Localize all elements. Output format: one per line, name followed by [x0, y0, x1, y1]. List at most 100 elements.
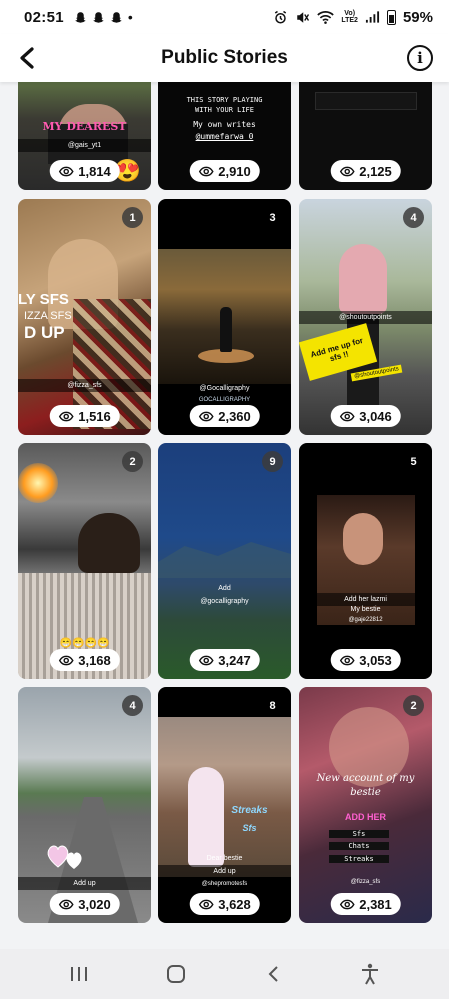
story-caption: GOCALLIGRAPHY [198, 397, 251, 403]
view-count-pill: 2,910 [189, 160, 260, 182]
status-bar: 02:51 • Vo) LTE2 59% [0, 0, 449, 34]
story-count-badge: 3 [269, 211, 276, 224]
story-count-badge: 5 [410, 455, 417, 468]
story-caption: New account of my [316, 773, 415, 784]
story-count-badge: 2 [403, 695, 424, 716]
story-tile[interactable]: MY DEAREST @gais_yt1 😍 1,814 [18, 82, 151, 190]
story-caption: @ummefarwa_0 [195, 132, 254, 141]
view-count: 2,910 [218, 163, 251, 179]
hearts-sticker-icon [46, 837, 86, 871]
story-caption: ADD HER [344, 812, 386, 822]
view-count: 2,360 [218, 408, 251, 424]
view-count: 1,814 [78, 163, 111, 179]
story-caption: Add up [18, 877, 151, 890]
alarm-icon [275, 10, 287, 23]
story-caption: @Gocalligraphy [199, 385, 250, 392]
story-tile[interactable]: 2,125 [299, 82, 432, 190]
eye-icon [198, 655, 214, 665]
story-tile[interactable]: Add up 4 3,020 [18, 687, 151, 923]
recent-apps-icon [70, 967, 87, 981]
story-caption: THIS STORY PLAYING [186, 96, 263, 104]
eye-icon [339, 899, 355, 909]
eye-icon [58, 166, 74, 176]
story-caption: @gaje22812 [348, 617, 383, 623]
story-caption: Chats [329, 842, 389, 850]
story-caption: Add up [158, 865, 291, 878]
eye-icon [198, 411, 214, 421]
view-count: 3,046 [359, 408, 392, 424]
system-back-button[interactable] [253, 954, 293, 994]
signal-icon [365, 11, 380, 23]
stories-grid: MY DEAREST @gais_yt1 😍 1,814 THIS STORY … [0, 82, 449, 949]
story-tile[interactable]: New account of my bestie ADD HER Sfs Cha… [299, 687, 432, 923]
notification-icons: • [74, 9, 133, 25]
mute-icon [297, 11, 310, 23]
snapchat-ghost-icon [111, 11, 122, 23]
story-caption: D UP [24, 323, 65, 342]
story-count-badge: 4 [122, 695, 143, 716]
back-button[interactable] [12, 42, 42, 74]
view-count-pill: 3,168 [49, 649, 120, 671]
story-caption: @gocalligraphy [200, 598, 249, 605]
eye-icon [198, 899, 214, 909]
home-button[interactable] [156, 954, 196, 994]
info-button[interactable]: i [407, 45, 433, 71]
snapchat-ghost-icon [93, 11, 104, 23]
story-caption: MY DEAREST [42, 120, 127, 133]
story-tile[interactable]: LY SFS IZZA SFS D UP @fizza_sfs 1 1,516 [18, 199, 151, 435]
recent-apps-button[interactable] [59, 954, 99, 994]
story-caption: Add [218, 585, 231, 592]
view-count: 2,125 [359, 163, 392, 179]
story-tile[interactable]: Add her lazmi My bestie @gaje22812 5 3,0… [299, 443, 432, 679]
view-count: 3,247 [218, 652, 251, 668]
home-icon [166, 965, 185, 983]
story-tile[interactable]: @shoutoutpoints Add me up for sfs !! @sh… [299, 199, 432, 435]
view-count: 2,381 [359, 896, 392, 912]
view-count-pill: 3,628 [189, 893, 260, 915]
view-count-pill: 1,814 [49, 160, 120, 182]
app-header: Public Stories i [0, 34, 449, 82]
story-caption: 😁😁😁😁 [59, 638, 110, 649]
story-tile[interactable]: THIS STORY PLAYING WITH YOUR LIFE My own… [158, 82, 291, 190]
story-caption: Streaks [329, 855, 389, 863]
story-caption: My own writes [193, 120, 256, 129]
view-count-pill: 3,046 [330, 405, 401, 427]
accessibility-icon [362, 963, 379, 985]
story-count-badge: 1 [122, 207, 143, 228]
story-count-badge: 9 [262, 451, 283, 472]
page-title: Public Stories [161, 47, 288, 68]
story-caption: LY SFS [18, 291, 69, 308]
network-type-label: Vo) LTE2 [341, 10, 358, 24]
eye-icon [58, 899, 74, 909]
status-time: 02:51 [24, 8, 64, 26]
back-chevron-icon [268, 966, 278, 982]
story-caption: Sfs [242, 823, 257, 833]
view-count-pill: 2,381 [330, 893, 401, 915]
story-tile[interactable]: Streaks Sfs Dear bestie Add up @shepromo… [158, 687, 291, 923]
view-count-pill: 2,360 [189, 405, 260, 427]
back-arrow-icon [20, 47, 34, 69]
story-caption: @gais_yt1 [18, 139, 151, 152]
accessibility-button[interactable] [350, 954, 390, 994]
system-status-icons: Vo) LTE2 59% [273, 9, 433, 26]
view-count-pill: 2,125 [330, 160, 401, 182]
eye-icon [58, 411, 74, 421]
story-tile[interactable]: Add @gocalligraphy 9 3,247 [158, 443, 291, 679]
battery-icon [386, 9, 396, 25]
more-notifications-dot-icon: • [127, 9, 133, 25]
story-caption: Add her lazmi [299, 593, 432, 606]
view-count-pill: 3,247 [189, 649, 260, 671]
story-tile[interactable]: @Gocalligraphy GOCALLIGRAPHY 3 2,360 [158, 199, 291, 435]
system-nav-bar [0, 949, 449, 999]
story-caption: @fizza_sfs [18, 379, 151, 392]
view-count-pill: 3,020 [49, 893, 120, 915]
eye-icon [198, 166, 214, 176]
story-caption: My bestie [350, 606, 381, 613]
story-count-badge: 4 [403, 207, 424, 228]
story-caption: bestie [350, 787, 381, 798]
battery-percentage: 59% [402, 8, 433, 26]
story-caption: Sfs [329, 830, 389, 838]
story-count-badge: 2 [122, 451, 143, 472]
story-caption: @fizza_sfs [350, 879, 381, 885]
story-tile[interactable]: 😁😁😁😁 2 3,168 [18, 443, 151, 679]
